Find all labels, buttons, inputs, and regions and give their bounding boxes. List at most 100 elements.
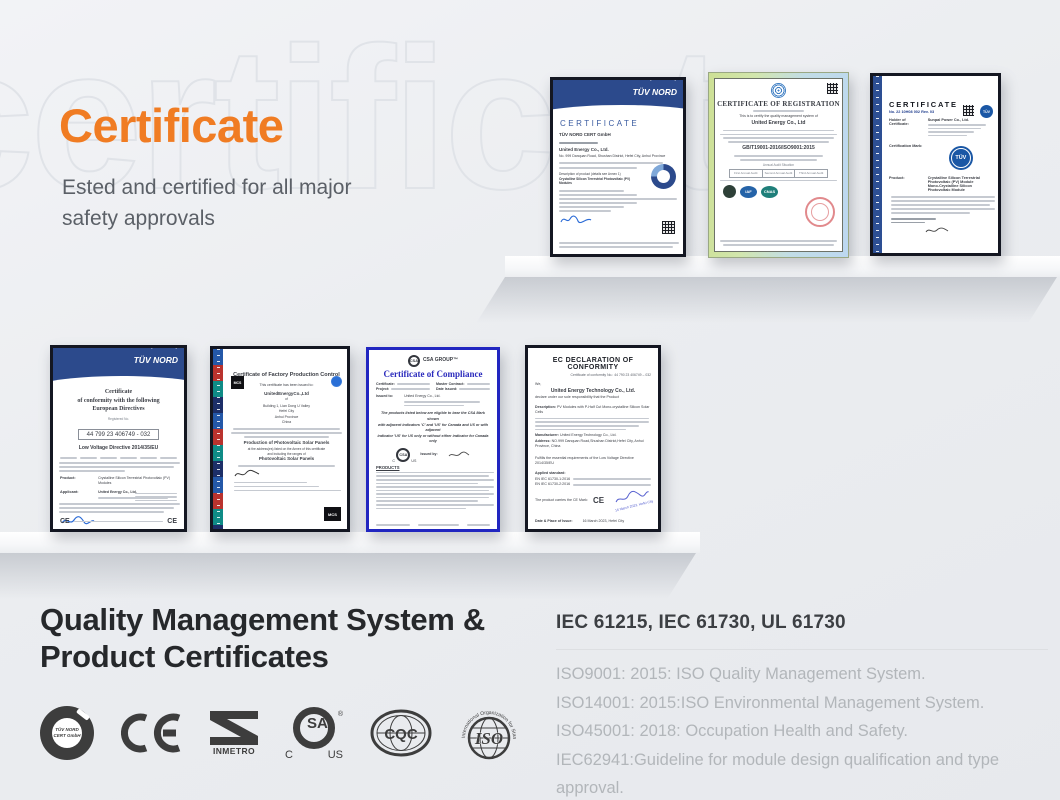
qr-code: [827, 83, 838, 94]
signature: [234, 469, 260, 479]
certificate-title: CERTIFICATE OF REGISTRATION: [715, 100, 842, 108]
csa-cus-logo: SA ® C US: [285, 705, 343, 761]
tuv-nord-header-band: TÜV NORD: [53, 348, 184, 384]
date-place-row: Date & Place of Issue: 16 March 2023, He…: [535, 519, 651, 523]
middle-display-shelf: [0, 532, 700, 553]
certificate-mcs-factory-control[interactable]: MCS Certificate of Factory Production Co…: [210, 346, 350, 532]
issued-line: This certificate has been issued to:: [226, 383, 347, 388]
registered-no-box: 44 799 23 406749 - 032: [53, 423, 184, 441]
signature: [925, 226, 949, 235]
top-shelf-shadow: [476, 277, 1057, 323]
tuv-nord-round-seal: [651, 164, 676, 189]
declare-line: declare under our sole responsibility th…: [528, 395, 658, 401]
product-line-1: Crystalline Silicon Terrestrial Photovol…: [928, 176, 994, 184]
holder-name: United Energy Co., Ltd.: [553, 147, 683, 154]
middle-shelf-shadow: [0, 553, 696, 599]
holder-name: Sunpal Power Co., Ltd.: [928, 118, 994, 122]
placeholder-lines: [376, 524, 490, 526]
certificate-tuv-nord-conformity[interactable]: TÜV NORD Certificate of conformity with …: [50, 345, 187, 532]
placeholder-lines: [553, 142, 683, 144]
iso-standards-list: ISO9001: 2015: ISO Quality Management Sy…: [556, 649, 1048, 800]
placeholder-lines: [53, 462, 184, 472]
placeholder-lines: [528, 418, 658, 430]
subtitle-line-1: Ested and certified for all major: [62, 172, 351, 203]
ce-mark: CE: [593, 495, 604, 507]
placeholder-lines: [404, 401, 490, 406]
placeholder-lines: [135, 491, 177, 507]
placeholder-lines: [885, 218, 998, 224]
svg-text:CQC: CQC: [384, 726, 418, 743]
holder-name: United Energy Co., Ltd: [715, 120, 842, 128]
certificate-page: certificate Certificate Ested and certif…: [0, 0, 1060, 800]
blue-approval-stamp: 16 March 2023, Hefei City: [611, 485, 654, 513]
product-line-2: Mono-Crystalline Silicon Photovoltaic Mo…: [928, 184, 994, 192]
tuv-nord-logo: TÜV NORD: [633, 87, 677, 97]
placeholder-lines: [715, 110, 842, 112]
standard-item-iso9001: ISO9001: 2015: ISO Quality Management Sy…: [556, 660, 1048, 689]
issued-by-label: Issued by:: [420, 452, 437, 457]
product-description: Crystalline Silicon Terrestrial Photovol…: [553, 177, 644, 187]
qms-heading-line-1: Quality Management System &: [40, 601, 485, 638]
certificate-of-registration[interactable]: CERTIFICATE OF REGISTRATION This is to c…: [708, 72, 849, 258]
standard-item-iso45001: ISO45001: 2018: Occupation Health and Sa…: [556, 717, 1048, 746]
certification-logos-row: TÜV NORD CERT GmbH CE INMETRO SA ® C US: [40, 702, 519, 764]
registered-no-label: Registered No.: [53, 417, 184, 422]
qms-heading: Quality Management System & Product Cert…: [40, 601, 485, 675]
certificate-ec-declaration[interactable]: EC DECLARATION OF CONFORMITY Certificate…: [525, 345, 661, 532]
ce-footer: CE CE: [60, 518, 177, 525]
certificate-tuv-rheinland[interactable]: TÜV CERTIFICATE No. 22 10H08 002 Rev. 03…: [870, 73, 1001, 256]
audit-table-header: Annual Audit Situation: [715, 163, 842, 167]
placeholder-lines: [226, 428, 347, 438]
mark-label: Certification Mark:: [889, 144, 925, 172]
top-display-shelf: [505, 256, 1060, 277]
placeholder-lines: [715, 238, 842, 248]
cnas-seal: CNAS: [761, 186, 778, 198]
issuer-name: TÜV NORD CERT GmbH: [553, 132, 683, 139]
multicolor-side-stripe: [213, 349, 223, 529]
product-value: Crystalline Silicon Terrestrial Photovol…: [98, 476, 177, 487]
of-word: of: [226, 397, 347, 402]
mcs-body: MCS Certificate of Factory Production Co…: [226, 371, 347, 532]
ce-mark: CE: [60, 518, 70, 525]
standard-item-iso14001: ISO14001: 2015:ISO Environmental Managem…: [556, 689, 1048, 718]
ce-mark: CE: [167, 518, 177, 525]
tuv-nord-cert-logo: TÜV NORD CERT GmbH: [40, 706, 94, 760]
rheinland-body: TÜV CERTIFICATE No. 22 10H08 002 Rev. 03…: [885, 100, 998, 256]
svg-text:ISO: ISO: [474, 729, 503, 748]
registration-inner: CERTIFICATE OF REGISTRATION This is to c…: [714, 78, 843, 252]
placeholder-lines: [553, 240, 683, 250]
placeholder-lines: [369, 472, 497, 510]
placeholder-lines: [928, 124, 994, 136]
holder-name: UnitedEnergyCo.,Ltd: [226, 391, 347, 398]
product-label: Product:: [60, 476, 95, 487]
page-subtitle: Ested and certified for all major safety…: [62, 172, 351, 234]
tuv-nord-logo: TÜV NORD: [134, 355, 178, 365]
placeholder-lines: [226, 482, 347, 492]
product-label: Product:: [889, 176, 925, 192]
issued-to-label: Issued to:: [376, 394, 401, 408]
cqc-logo: CQC: [370, 709, 432, 757]
csa-mark-note: The products listed below are eligible t…: [369, 411, 497, 444]
audit-table: First Annual Audit Second Annual Audit T…: [729, 169, 828, 177]
standard-line-2: EN IEC 61730-2:2016: [528, 482, 658, 488]
csa-round-logo: CSA: [408, 355, 420, 367]
signature: [560, 214, 592, 225]
certificate-tuv-nord-product[interactable]: TÜV NORD CERTIFICATE TÜV NORD CERT GmbH …: [550, 77, 686, 257]
certificate-number-line: Certificate of conformity No.: 44 790 23…: [528, 371, 658, 377]
inmetro-label: INMETRO: [213, 746, 255, 756]
standard-number: GB/T19001-2016/ISO9001:2015: [715, 145, 842, 153]
description-block: Description: PV Modules with P-Half Cut …: [528, 405, 658, 416]
mcs-top-logo: MCS: [231, 376, 244, 389]
scope-sub: Photovoltaic Solar Panels: [226, 456, 347, 463]
iaf-seal: IAF: [740, 186, 757, 198]
placeholder-lines: [553, 190, 683, 212]
holder-address: No. 999 Danquan Road, Shushan District, …: [553, 154, 683, 159]
holder-name: United Energy Technology Co., Ltd.: [528, 388, 658, 396]
applicant-label: Applicant:: [60, 490, 95, 501]
certificate-csa-compliance[interactable]: CSA CSA GROUP™ Certificate of Compliance…: [366, 347, 500, 532]
csa-brand-text: CSA GROUP™: [423, 357, 458, 365]
placeholder-lines: [715, 130, 842, 144]
cnas-dark-seal: [723, 185, 736, 198]
products-label: PRODUCTS: [376, 465, 497, 470]
placeholder-lines: [715, 180, 842, 182]
